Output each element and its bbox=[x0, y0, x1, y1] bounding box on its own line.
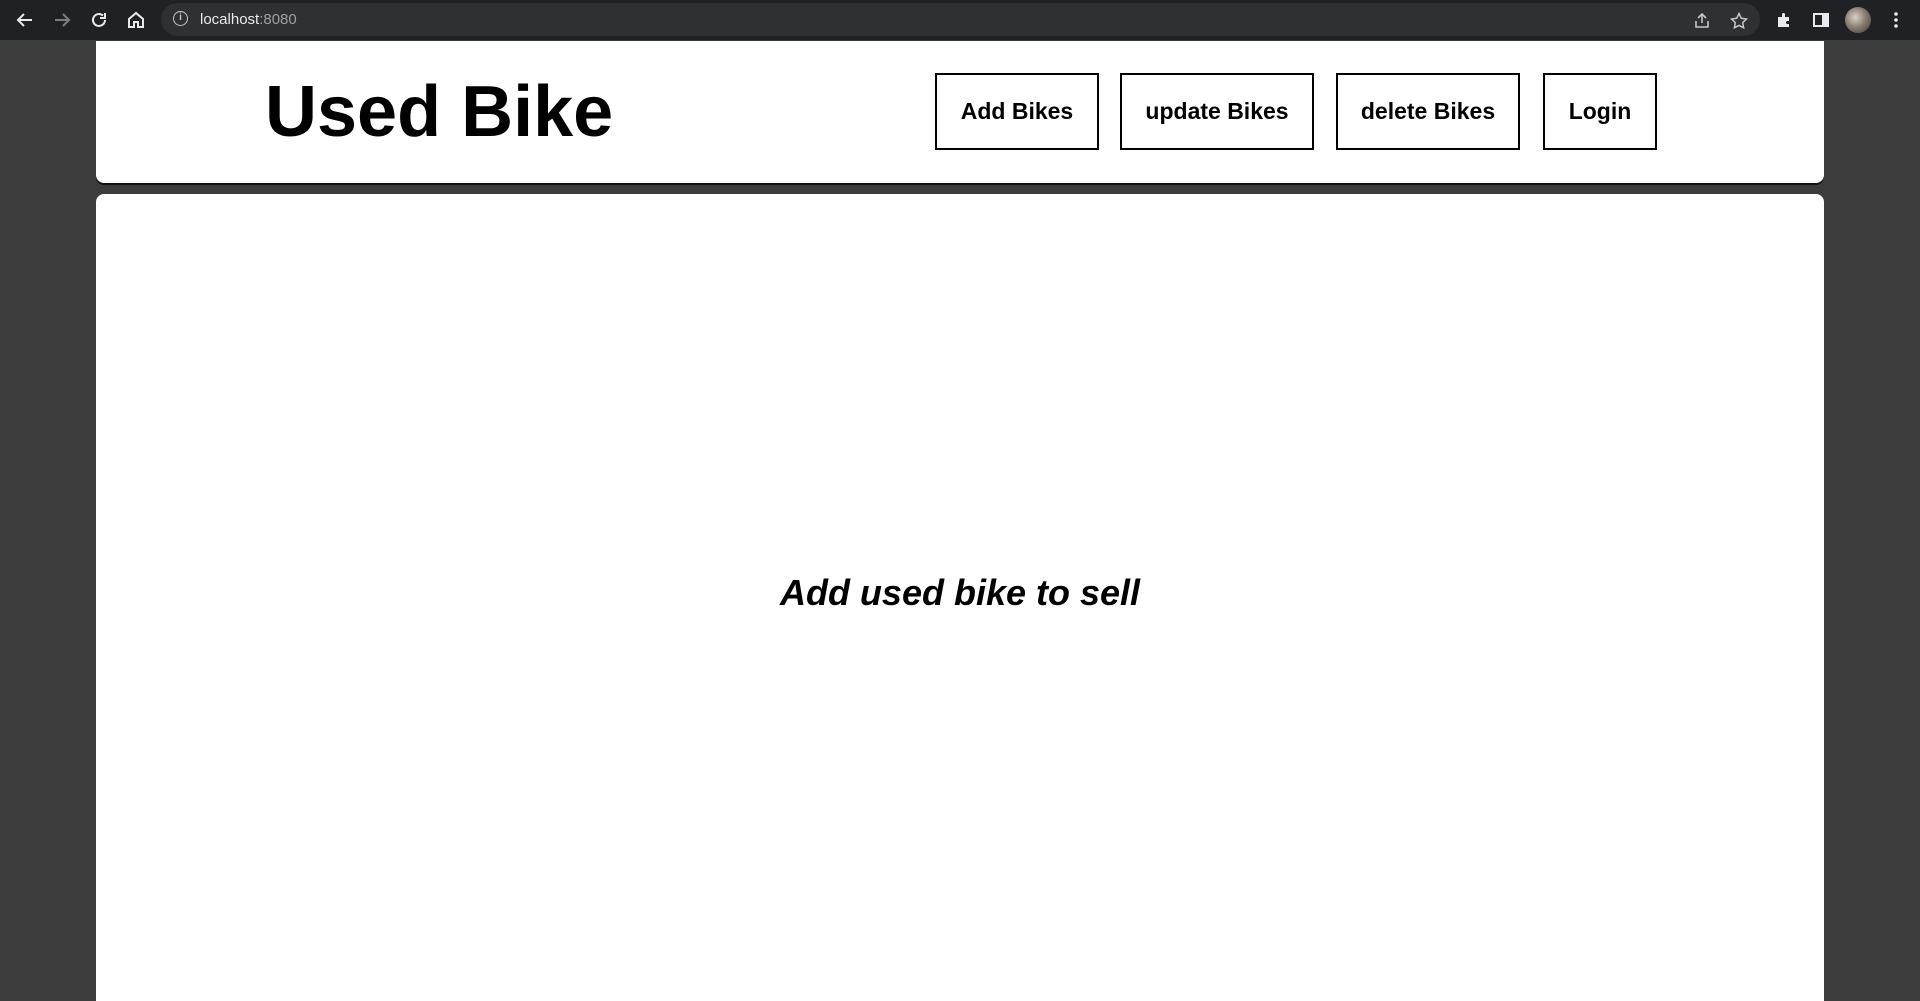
forward-icon[interactable] bbox=[48, 6, 76, 34]
share-icon[interactable] bbox=[1690, 9, 1714, 33]
reload-icon[interactable] bbox=[85, 6, 113, 34]
site-info-icon[interactable]: i bbox=[173, 11, 188, 26]
back-icon[interactable] bbox=[11, 6, 39, 34]
extensions-icon[interactable] bbox=[1770, 6, 1798, 34]
page-tagline: Add used bike to sell bbox=[779, 572, 1141, 613]
menu-kebab-icon[interactable] bbox=[1882, 6, 1910, 34]
home-icon[interactable] bbox=[122, 6, 150, 34]
address-bar[interactable]: i localhost:8080 bbox=[161, 3, 1760, 36]
profile-avatar[interactable] bbox=[1845, 7, 1871, 33]
delete-bikes-button[interactable]: delete Bikes bbox=[1336, 73, 1520, 150]
add-bikes-button[interactable]: Add Bikes bbox=[935, 73, 1099, 150]
side-panel-icon[interactable] bbox=[1807, 6, 1835, 34]
main-content: Add used bike to sell bbox=[96, 194, 1824, 1001]
site-title: Used Bike bbox=[265, 72, 614, 152]
url-host: localhost bbox=[200, 11, 260, 28]
site-header: Used Bike Add Bikes update Bikes delete … bbox=[96, 41, 1824, 183]
bookmark-star-icon[interactable] bbox=[1727, 9, 1751, 33]
login-button[interactable]: Login bbox=[1543, 73, 1657, 150]
update-bikes-button[interactable]: update Bikes bbox=[1120, 73, 1314, 150]
url-port: :8080 bbox=[259, 11, 297, 28]
browser-toolbar: i localhost:8080 bbox=[0, 0, 1920, 41]
url-text[interactable]: localhost:8080 bbox=[200, 11, 297, 28]
